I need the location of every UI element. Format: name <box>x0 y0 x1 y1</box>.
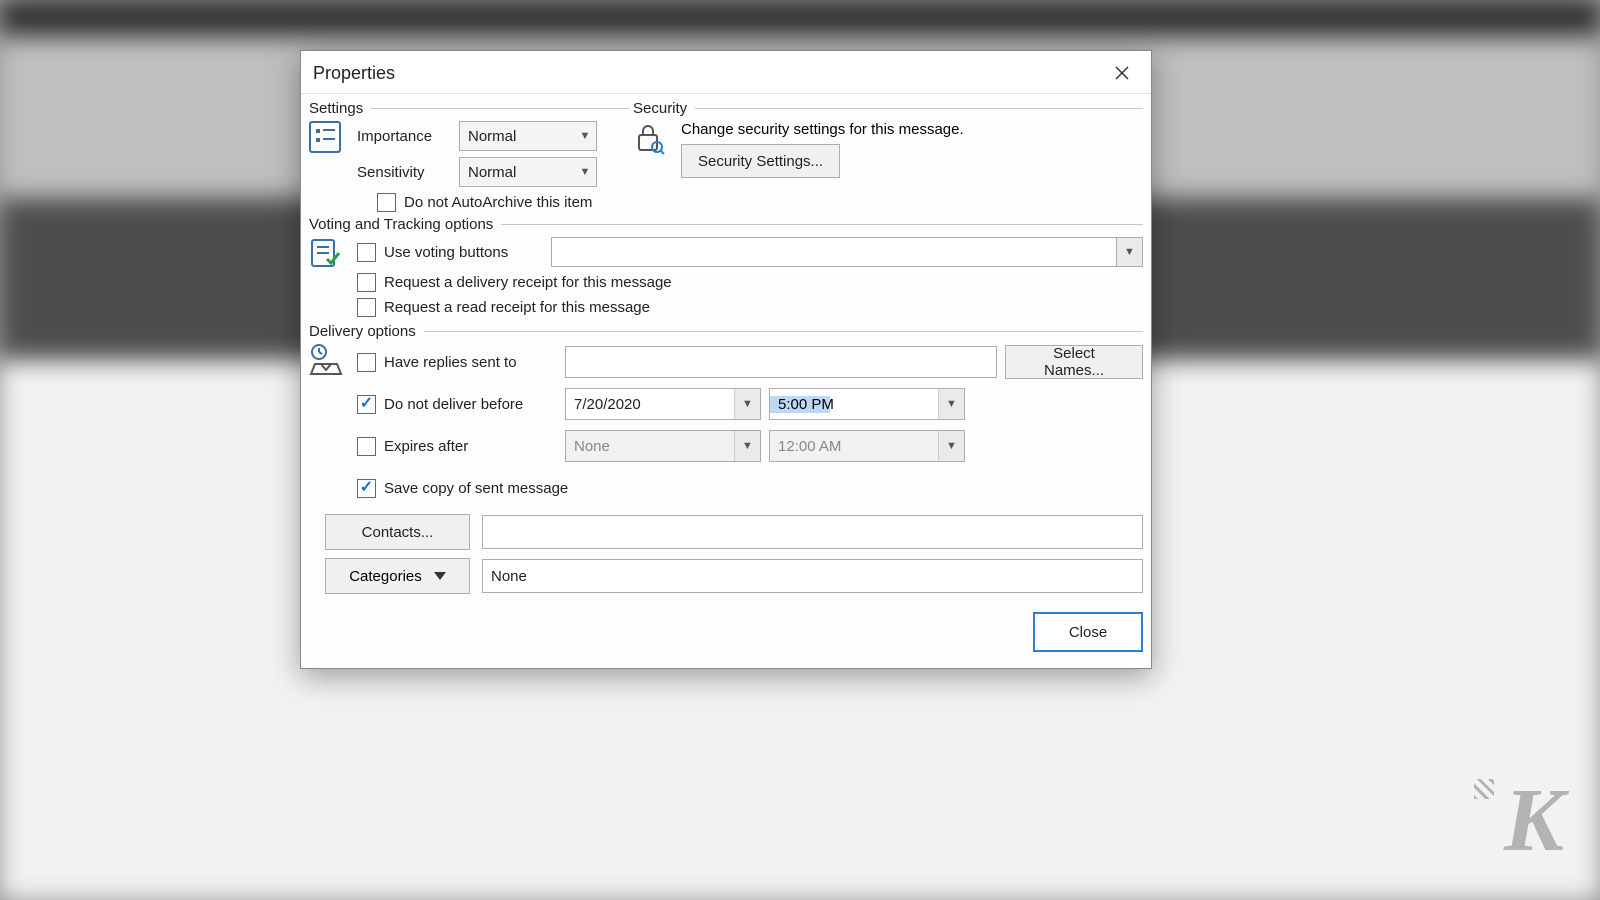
chevron-down-icon: ▼ <box>938 389 964 419</box>
have-replies-checkbox[interactable] <box>357 353 376 372</box>
dialog-title: Properties <box>313 63 395 84</box>
dropdown-triangle-icon <box>434 572 446 580</box>
security-legend: Security <box>633 100 687 117</box>
chevron-down-icon: ▼ <box>574 166 596 178</box>
titlebar: Properties <box>301 51 1151 94</box>
no-deliver-before-date-combo[interactable]: 7/20/2020 ▼ <box>565 388 761 420</box>
voting-value <box>552 238 1116 266</box>
importance-combo[interactable]: Normal ▼ <box>459 121 597 151</box>
contacts-input[interactable] <box>482 515 1143 549</box>
categories-button-label: Categories <box>349 568 422 585</box>
divider <box>501 224 1143 225</box>
no-deliver-before-time-combo[interactable]: 5:00 PM ▼ <box>769 388 965 420</box>
divider <box>695 108 1143 109</box>
settings-list-icon <box>309 121 341 153</box>
sensitivity-combo[interactable]: Normal ▼ <box>459 157 597 187</box>
importance-label: Importance <box>357 128 451 145</box>
categories-button[interactable]: Categories <box>325 558 470 594</box>
no-deliver-before-checkbox[interactable] <box>357 395 376 414</box>
no-deliver-before-label: Do not deliver before <box>384 396 523 413</box>
importance-value: Normal <box>460 128 574 145</box>
outbox-clock-icon <box>309 344 347 506</box>
voting-legend: Voting and Tracking options <box>309 216 493 233</box>
expires-after-date-combo[interactable]: None ▼ <box>565 430 761 462</box>
sensitivity-value: Normal <box>460 164 574 181</box>
have-replies-input[interactable] <box>565 346 997 378</box>
chevron-down-icon: ▼ <box>734 431 760 461</box>
delivery-receipt-checkbox[interactable] <box>357 273 376 292</box>
expires-after-time-combo[interactable]: 12:00 AM ▼ <box>769 430 965 462</box>
chevron-down-icon: ▼ <box>734 389 760 419</box>
delivery-legend: Delivery options <box>309 323 416 340</box>
save-copy-label: Save copy of sent message <box>384 480 568 497</box>
ballot-icon <box>309 237 347 317</box>
no-deliver-before-time: 5:00 PM <box>770 396 938 413</box>
sensitivity-label: Sensitivity <box>357 164 451 181</box>
chevron-down-icon: ▼ <box>938 431 964 461</box>
expires-after-time: 12:00 AM <box>770 438 938 455</box>
divider <box>371 108 629 109</box>
expires-after-date: None <box>566 438 734 455</box>
have-replies-label: Have replies sent to <box>384 354 517 371</box>
close-icon[interactable] <box>1103 59 1141 87</box>
security-settings-button[interactable]: Security Settings... <box>681 144 840 178</box>
save-copy-checkbox[interactable] <box>357 479 376 498</box>
select-names-button[interactable]: Select Names... <box>1005 345 1143 379</box>
voting-buttons-combo[interactable]: ▼ <box>551 237 1143 267</box>
settings-legend: Settings <box>309 100 363 117</box>
use-voting-checkbox[interactable] <box>357 243 376 262</box>
categories-input[interactable] <box>482 559 1143 593</box>
chevron-down-icon: ▼ <box>1116 238 1142 266</box>
lock-icon <box>633 121 671 178</box>
properties-dialog: Properties Settings Importance <box>300 50 1152 669</box>
watermark: K <box>1504 769 1560 872</box>
use-voting-label: Use voting buttons <box>384 244 508 261</box>
read-receipt-checkbox[interactable] <box>357 298 376 317</box>
chevron-down-icon: ▼ <box>574 130 596 142</box>
security-description: Change security settings for this messag… <box>681 121 1143 138</box>
no-deliver-before-date: 7/20/2020 <box>566 396 734 413</box>
autoarchive-checkbox[interactable] <box>377 193 396 212</box>
contacts-button[interactable]: Contacts... <box>325 514 470 550</box>
divider <box>424 331 1143 332</box>
autoarchive-label: Do not AutoArchive this item <box>404 194 592 211</box>
delivery-receipt-label: Request a delivery receipt for this mess… <box>384 274 672 291</box>
read-receipt-label: Request a read receipt for this message <box>384 299 650 316</box>
expires-after-checkbox[interactable] <box>357 437 376 456</box>
expires-after-label: Expires after <box>384 438 468 455</box>
close-button[interactable]: Close <box>1033 612 1143 652</box>
